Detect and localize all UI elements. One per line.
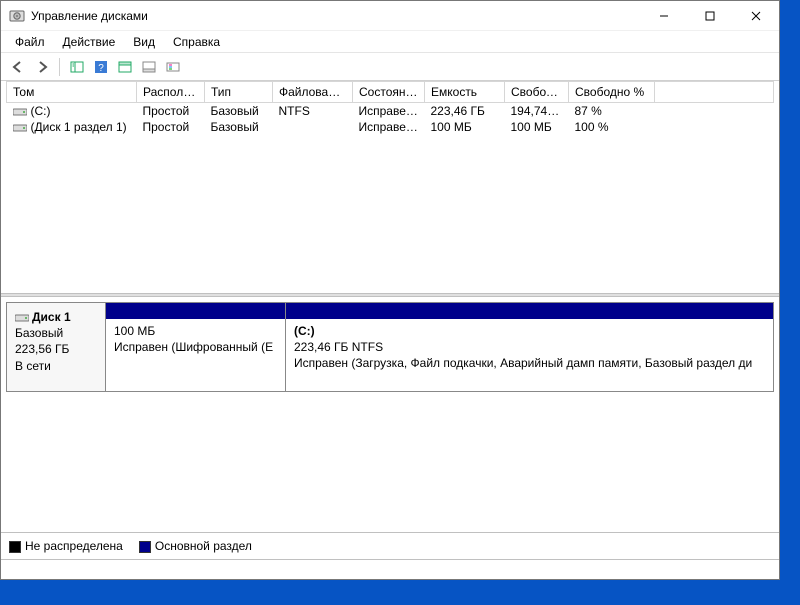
col-free[interactable]: Свобод... — [505, 82, 569, 103]
col-capacity[interactable]: Емкость — [425, 82, 505, 103]
close-button[interactable] — [733, 1, 779, 31]
cell-free: 100 МБ — [505, 119, 569, 135]
disk-graphic-pane[interactable]: Диск 1 Базовый 223,56 ГБ В сети 100 МБ И… — [1, 297, 779, 532]
cell-status: Исправен... — [353, 119, 425, 135]
disk-state: В сети — [15, 359, 51, 373]
legend-primary-label: Основной раздел — [155, 539, 252, 553]
partition-status: Исправен (Загрузка, Файл подкачки, Авари… — [294, 355, 765, 371]
legend-unallocated: Не распределена — [9, 539, 123, 553]
cell-capacity: 100 МБ — [425, 119, 505, 135]
legend-primary: Основной раздел — [139, 539, 252, 553]
disk-header[interactable]: Диск 1 Базовый 223,56 ГБ В сети — [6, 303, 106, 391]
legend: Не распределена Основной раздел — [1, 532, 779, 559]
minimize-button[interactable] — [641, 1, 687, 31]
cell-capacity: 223,46 ГБ — [425, 103, 505, 120]
view-bottom-button[interactable] — [138, 56, 160, 78]
cell-freepct: 100 % — [569, 119, 655, 135]
partition-color-bar — [286, 303, 773, 319]
legend-unallocated-label: Не распределена — [25, 539, 123, 553]
col-layout[interactable]: Располо... — [137, 82, 205, 103]
drive-icon — [13, 123, 27, 133]
col-type[interactable]: Тип — [205, 82, 273, 103]
drive-icon — [13, 107, 27, 117]
partition-color-bar — [106, 303, 285, 319]
partition-title: (C:) — [294, 323, 765, 339]
menu-action[interactable]: Действие — [55, 33, 124, 51]
titlebar[interactable]: Управление дисками — [1, 1, 779, 31]
cell-layout: Простой — [137, 103, 205, 120]
disk-management-window: Управление дисками Файл Действие Вид Спр… — [0, 0, 780, 580]
col-freepct[interactable]: Свободно % — [569, 82, 655, 103]
disk-name: Диск 1 — [32, 310, 71, 324]
disk-management-icon — [9, 8, 25, 24]
maximize-button[interactable] — [687, 1, 733, 31]
disk-size: 223,56 ГБ — [15, 342, 69, 356]
partition[interactable]: 100 МБ Исправен (Шифрованный (E — [106, 303, 286, 391]
menu-help[interactable]: Справка — [165, 33, 228, 51]
volume-table[interactable]: Том Располо... Тип Файловая с... Состоян… — [6, 81, 774, 135]
cell-type: Базовый — [205, 119, 273, 135]
toolbar-separator — [59, 58, 60, 76]
cell-freepct: 87 % — [569, 103, 655, 120]
table-row[interactable]: (Диск 1 раздел 1) Простой Базовый Исправ… — [7, 119, 774, 135]
cell-fs — [273, 119, 353, 135]
svg-text:?: ? — [98, 63, 104, 74]
col-status[interactable]: Состояние — [353, 82, 425, 103]
cell-volume: (C:) — [31, 104, 51, 118]
help-button[interactable]: ? — [90, 56, 112, 78]
cell-volume: (Диск 1 раздел 1) — [31, 120, 127, 134]
disk-type: Базовый — [15, 326, 63, 340]
col-spacer[interactable] — [655, 82, 774, 103]
forward-button[interactable] — [31, 56, 53, 78]
cell-free: 194,74 ГБ — [505, 103, 569, 120]
status-bar — [1, 559, 779, 579]
drive-icon — [15, 313, 29, 323]
table-row[interactable]: (C:) Простой Базовый NTFS Исправен... 22… — [7, 103, 774, 120]
partition[interactable]: (C:) 223,46 ГБ NTFS Исправен (Загрузка, … — [286, 303, 774, 391]
back-button[interactable] — [7, 56, 29, 78]
menu-view[interactable]: Вид — [125, 33, 163, 51]
cell-status: Исправен... — [353, 103, 425, 120]
cell-layout: Простой — [137, 119, 205, 135]
menubar: Файл Действие Вид Справка — [1, 31, 779, 53]
cell-fs: NTFS — [273, 103, 353, 120]
legend-swatch-primary — [139, 541, 151, 553]
partition-size: 223,46 ГБ NTFS — [294, 339, 765, 355]
disk-row[interactable]: Диск 1 Базовый 223,56 ГБ В сети 100 МБ И… — [6, 302, 774, 392]
cell-type: Базовый — [205, 103, 273, 120]
menu-file[interactable]: Файл — [7, 33, 53, 51]
volume-list-pane[interactable]: Том Располо... Тип Файловая с... Состоян… — [1, 81, 779, 293]
settings-button[interactable] — [162, 56, 184, 78]
partition-size: 100 МБ — [114, 323, 277, 339]
toolbar: ? — [1, 53, 779, 81]
legend-swatch-unallocated — [9, 541, 21, 553]
partition-status: Исправен (Шифрованный (E — [114, 339, 277, 355]
col-fs[interactable]: Файловая с... — [273, 82, 353, 103]
view-top-button[interactable] — [114, 56, 136, 78]
show-hide-console-tree-button[interactable] — [66, 56, 88, 78]
col-volume[interactable]: Том — [7, 82, 137, 103]
window-title: Управление дисками — [31, 9, 641, 23]
